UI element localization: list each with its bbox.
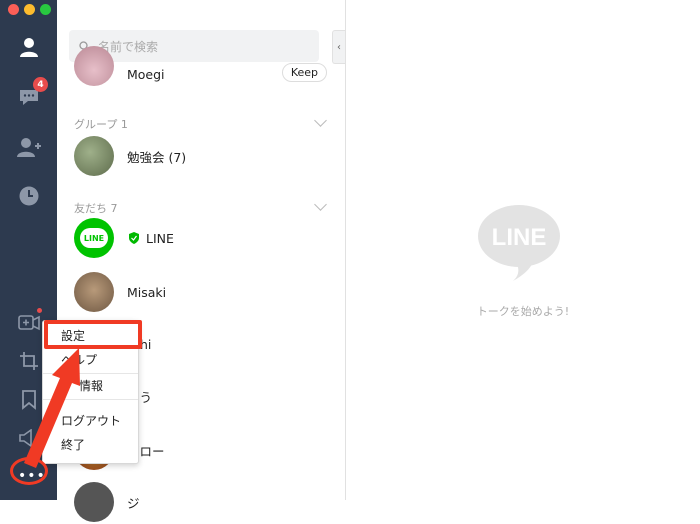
announcements-button[interactable] (14, 423, 44, 453)
clock-icon (19, 186, 39, 206)
quit-menu-item[interactable]: 終了 (43, 433, 138, 455)
menu-divider (43, 399, 138, 400)
chats-tab[interactable]: 4 (14, 77, 48, 112)
info-menu-item[interactable]: 情報 (43, 374, 138, 396)
group-name: 勉強会 (7) (127, 149, 187, 165)
list-item-group[interactable]: 勉強会 (7) (57, 134, 345, 178)
close-window-button[interactable] (8, 4, 19, 15)
crop-icon (20, 352, 38, 370)
verified-shield-icon (129, 232, 139, 244)
bookmark-icon (22, 390, 36, 410)
friends-tab[interactable] (14, 32, 44, 62)
screenshot-button[interactable] (14, 346, 44, 376)
group-section-header: グループ 1 (74, 118, 128, 131)
keep-button[interactable] (14, 385, 44, 415)
contact-name: LINE (146, 230, 174, 246)
list-item-friend[interactable]: ジ (57, 480, 345, 524)
speaker-icon (19, 429, 32, 447)
line-logo-icon: LINE (478, 205, 560, 281)
contact-name: Moegi (127, 66, 165, 82)
zoom-window-button[interactable] (40, 4, 51, 15)
contact-name: Misaki (127, 284, 167, 300)
avatar (74, 272, 114, 312)
unread-badge: 4 (33, 77, 48, 92)
chevron-down-icon[interactable] (314, 114, 327, 127)
new-indicator-dot (37, 308, 42, 313)
history-tab[interactable] (14, 181, 44, 211)
line-logo-icon: LINE (80, 228, 108, 248)
empty-chat-hint: トークを始めよう! (476, 305, 570, 318)
avatar (74, 136, 114, 176)
help-menu-item[interactable]: ヘルプ (43, 348, 138, 370)
add-friend-tab[interactable] (14, 132, 44, 162)
minimize-window-button[interactable] (24, 4, 35, 15)
video-call-button[interactable] (14, 308, 44, 338)
chevron-down-icon[interactable] (314, 198, 327, 211)
keep-button[interactable]: Keep (281, 63, 327, 82)
logout-menu-item[interactable]: ログアウト (43, 409, 138, 431)
avatar (74, 482, 114, 522)
line-avatar: LINE (74, 218, 114, 258)
contact-name: ジ (127, 495, 140, 511)
list-item-line[interactable]: LINE LINE (57, 216, 345, 260)
chat-area: LINE トークを始めよう! (346, 0, 700, 500)
video-add-icon (18, 315, 40, 331)
settings-highlight (44, 320, 142, 349)
list-item-misaki[interactable]: Misaki (57, 270, 345, 314)
person-icon (20, 38, 38, 57)
add-friend-icon (17, 138, 41, 157)
friends-section-header: 友だち 7 (74, 202, 118, 215)
more-button-highlight (10, 457, 48, 485)
avatar (74, 46, 114, 86)
empty-logo-text: LINE (492, 224, 547, 251)
window-controls (8, 4, 51, 15)
